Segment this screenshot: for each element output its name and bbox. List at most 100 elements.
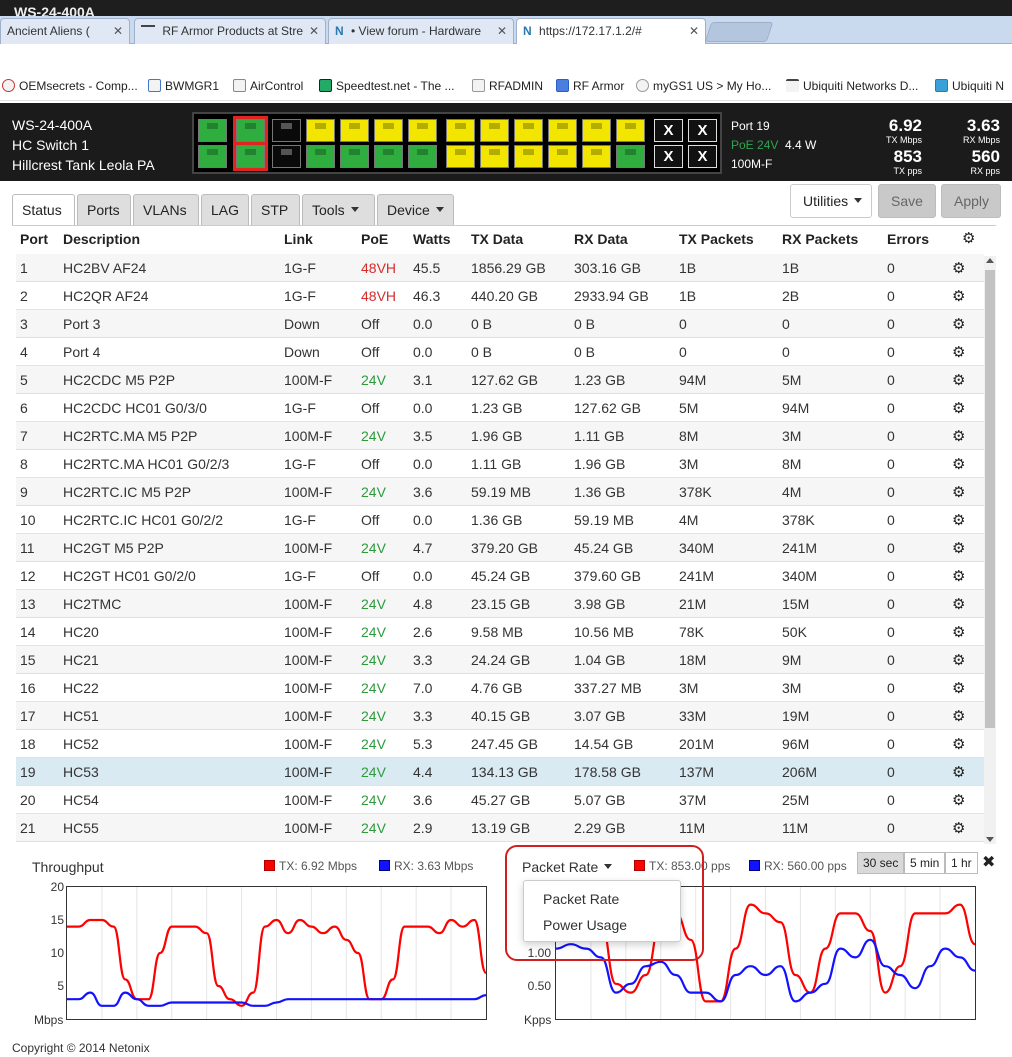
browser-tab-forum[interactable]: N • View forum - Hardware ✕: [328, 18, 514, 44]
switch-port-led[interactable]: [306, 119, 335, 142]
row-settings-gear-icon[interactable]: ⚙: [952, 511, 965, 529]
tab-tools[interactable]: Tools: [302, 194, 375, 226]
row-settings-gear-icon[interactable]: ⚙: [952, 595, 965, 613]
save-button[interactable]: Save: [878, 184, 936, 218]
row-settings-gear-icon[interactable]: ⚙: [952, 651, 965, 669]
close-icon[interactable]: ✕: [113, 24, 123, 38]
switch-port-led[interactable]: [340, 119, 369, 142]
bookmark-item[interactable]: AirControl: [233, 79, 303, 93]
table-row[interactable]: 21 HC55 100M-F 24V 2.9 13.19 GB 2.29 GB 11M 11M 0…: [16, 814, 984, 842]
table-row[interactable]: 7 HC2RTC.MA M5 P2P 100M-F 24V 3.5 1.96 GB 1.11…: [16, 422, 984, 450]
table-row[interactable]: 9 HC2RTC.IC M5 P2P 100M-F 24V 3.6 59.19 MB 1.3…: [16, 478, 984, 506]
row-settings-gear-icon[interactable]: ⚙: [952, 819, 965, 837]
switch-port-led[interactable]: [340, 145, 369, 168]
row-settings-gear-icon[interactable]: ⚙: [952, 483, 965, 501]
table-row[interactable]: 12 HC2GT HC01 G0/2/0 1G-F Off 0.0 45.24 GB 379…: [16, 562, 984, 590]
switch-port-led[interactable]: [514, 145, 543, 168]
bookmark-item[interactable]: RFADMIN: [472, 79, 543, 93]
row-settings-gear-icon[interactable]: ⚙: [952, 399, 965, 417]
row-settings-gear-icon[interactable]: ⚙: [952, 539, 965, 557]
sfp-port-empty-icon[interactable]: X: [688, 119, 717, 142]
table-row[interactable]: 6 HC2CDC HC01 G0/3/0 1G-F Off 0.0 1.23 GB 127.…: [16, 394, 984, 422]
table-row[interactable]: 8 HC2RTC.MA HC01 G0/2/3 1G-F Off 0.0 1.11 GB 1…: [16, 450, 984, 478]
sfp-port-empty-icon[interactable]: X: [654, 119, 683, 142]
switch-port-led[interactable]: [306, 145, 335, 168]
row-settings-gear-icon[interactable]: ⚙: [952, 679, 965, 697]
switch-port-led[interactable]: [480, 145, 509, 168]
bookmark-item[interactable]: RF Armor: [556, 79, 624, 93]
browser-tab-rf-armor[interactable]: RF Armor Products at Stre ✕: [134, 18, 326, 44]
switch-port-led[interactable]: [374, 145, 403, 168]
table-row[interactable]: 3 Port 3 Down Off 0.0 0 B 0 B 0 0 0 ⚙: [16, 310, 984, 338]
table-row[interactable]: 15 HC21 100M-F 24V 3.3 24.24 GB 1.04 GB 18M 9M 0 ⚙: [16, 646, 984, 674]
browser-tab-ancient-aliens[interactable]: Ancient Aliens ( ✕: [0, 18, 130, 44]
switch-port-led[interactable]: [480, 119, 509, 142]
new-tab-button[interactable]: [704, 22, 774, 42]
switch-port-led[interactable]: [446, 119, 475, 142]
close-icon[interactable]: ✖: [982, 852, 995, 872]
table-row[interactable]: 16 HC22 100M-F 24V 7.0 4.76 GB 337.27 MB 3M 3M 0 ⚙: [16, 674, 984, 702]
close-icon[interactable]: ✕: [309, 24, 319, 38]
table-row[interactable]: 2 HC2QR AF24 1G-F 48VH 46.3 440.20 GB 2933.94 …: [16, 282, 984, 310]
row-settings-gear-icon[interactable]: ⚙: [952, 315, 965, 333]
tab-status[interactable]: Status: [12, 194, 75, 226]
bookmark-item[interactable]: OEMsecrets - Comp...: [2, 79, 138, 93]
table-row[interactable]: 11 HC2GT M5 P2P 100M-F 24V 4.7 379.20 GB 45.24…: [16, 534, 984, 562]
row-settings-gear-icon[interactable]: ⚙: [952, 259, 965, 277]
switch-port-led[interactable]: [548, 119, 577, 142]
table-row[interactable]: 4 Port 4 Down Off 0.0 0 B 0 B 0 0 0 ⚙: [16, 338, 984, 366]
switch-port-led[interactable]: [374, 119, 403, 142]
scroll-up-icon[interactable]: [986, 258, 994, 263]
switch-port-led[interactable]: [408, 119, 437, 142]
table-row[interactable]: 10 HC2RTC.IC HC01 G0/2/2 1G-F Off 0.0 1.36 GB…: [16, 506, 984, 534]
browser-tab-switch[interactable]: N https://172.17.1.2/# ✕: [516, 18, 706, 44]
bookmark-item[interactable]: myGS1 US > My Ho...: [636, 79, 771, 93]
switch-port-led[interactable]: [582, 119, 611, 142]
bookmark-item[interactable]: Ubiquiti Networks D...: [786, 79, 918, 93]
close-icon[interactable]: ✕: [689, 24, 699, 38]
table-row[interactable]: 13 HC2TMC 100M-F 24V 4.8 23.15 GB 3.98 GB 21M 15…: [16, 590, 984, 618]
row-settings-gear-icon[interactable]: ⚙: [952, 427, 965, 445]
row-settings-gear-icon[interactable]: ⚙: [952, 455, 965, 473]
bookmark-item[interactable]: BWMGR1: [148, 79, 219, 93]
bookmark-item[interactable]: Ubiquiti N: [935, 79, 1004, 93]
sfp-port-empty-icon[interactable]: X: [688, 145, 717, 168]
switch-port-led[interactable]: [272, 119, 301, 142]
table-row[interactable]: 1 HC2BV AF24 1G-F 48VH 45.5 1856.29 GB 303.16 …: [16, 254, 984, 282]
switch-port-led[interactable]: [233, 116, 268, 145]
switch-port-led[interactable]: [198, 145, 227, 168]
range-30sec-button[interactable]: 30 sec: [857, 852, 905, 874]
table-row[interactable]: 20 HC54 100M-F 24V 3.6 45.27 GB 5.07 GB 37M 25M 0…: [16, 786, 984, 814]
switch-port-led[interactable]: [198, 119, 227, 142]
row-settings-gear-icon[interactable]: ⚙: [952, 791, 965, 809]
table-scrollbar[interactable]: [984, 256, 996, 844]
switch-port-led[interactable]: [616, 145, 645, 168]
row-settings-gear-icon[interactable]: ⚙: [952, 735, 965, 753]
bookmark-item[interactable]: Speedtest.net - The ...: [319, 79, 455, 93]
tab-device[interactable]: Device: [377, 194, 454, 226]
switch-port-led[interactable]: [582, 145, 611, 168]
range-5min-button[interactable]: 5 min: [904, 852, 946, 874]
switch-port-led[interactable]: [514, 119, 543, 142]
tab-lag[interactable]: LAG: [201, 194, 249, 226]
row-settings-gear-icon[interactable]: ⚙: [952, 623, 965, 641]
switch-port-led[interactable]: [548, 145, 577, 168]
row-settings-gear-icon[interactable]: ⚙: [952, 371, 965, 389]
switch-port-led[interactable]: [233, 142, 268, 171]
table-row[interactable]: 14 HC20 100M-F 24V 2.6 9.58 MB 10.56 MB 78K 50K 0…: [16, 618, 984, 646]
table-row[interactable]: 5 HC2CDC M5 P2P 100M-F 24V 3.1 127.62 GB 1.23 …: [16, 366, 984, 394]
close-icon[interactable]: ✕: [497, 24, 507, 38]
settings-gear-icon[interactable]: ⚙: [962, 229, 975, 247]
scroll-down-icon[interactable]: [986, 837, 994, 842]
tab-stp[interactable]: STP: [251, 194, 300, 226]
table-row[interactable]: 19 HC53 100M-F 24V 4.4 134.13 GB 178.58 GB 137M…: [16, 758, 984, 786]
tab-ports[interactable]: Ports: [77, 194, 131, 226]
apply-button[interactable]: Apply: [941, 184, 1001, 218]
tab-vlans[interactable]: VLANs: [133, 194, 199, 226]
row-settings-gear-icon[interactable]: ⚙: [952, 707, 965, 725]
utilities-button[interactable]: Utilities: [790, 184, 872, 218]
switch-port-led[interactable]: [616, 119, 645, 142]
switch-port-led[interactable]: [408, 145, 437, 168]
row-settings-gear-icon[interactable]: ⚙: [952, 567, 965, 585]
table-row[interactable]: 17 HC51 100M-F 24V 3.3 40.15 GB 3.07 GB 33M 19M 0…: [16, 702, 984, 730]
